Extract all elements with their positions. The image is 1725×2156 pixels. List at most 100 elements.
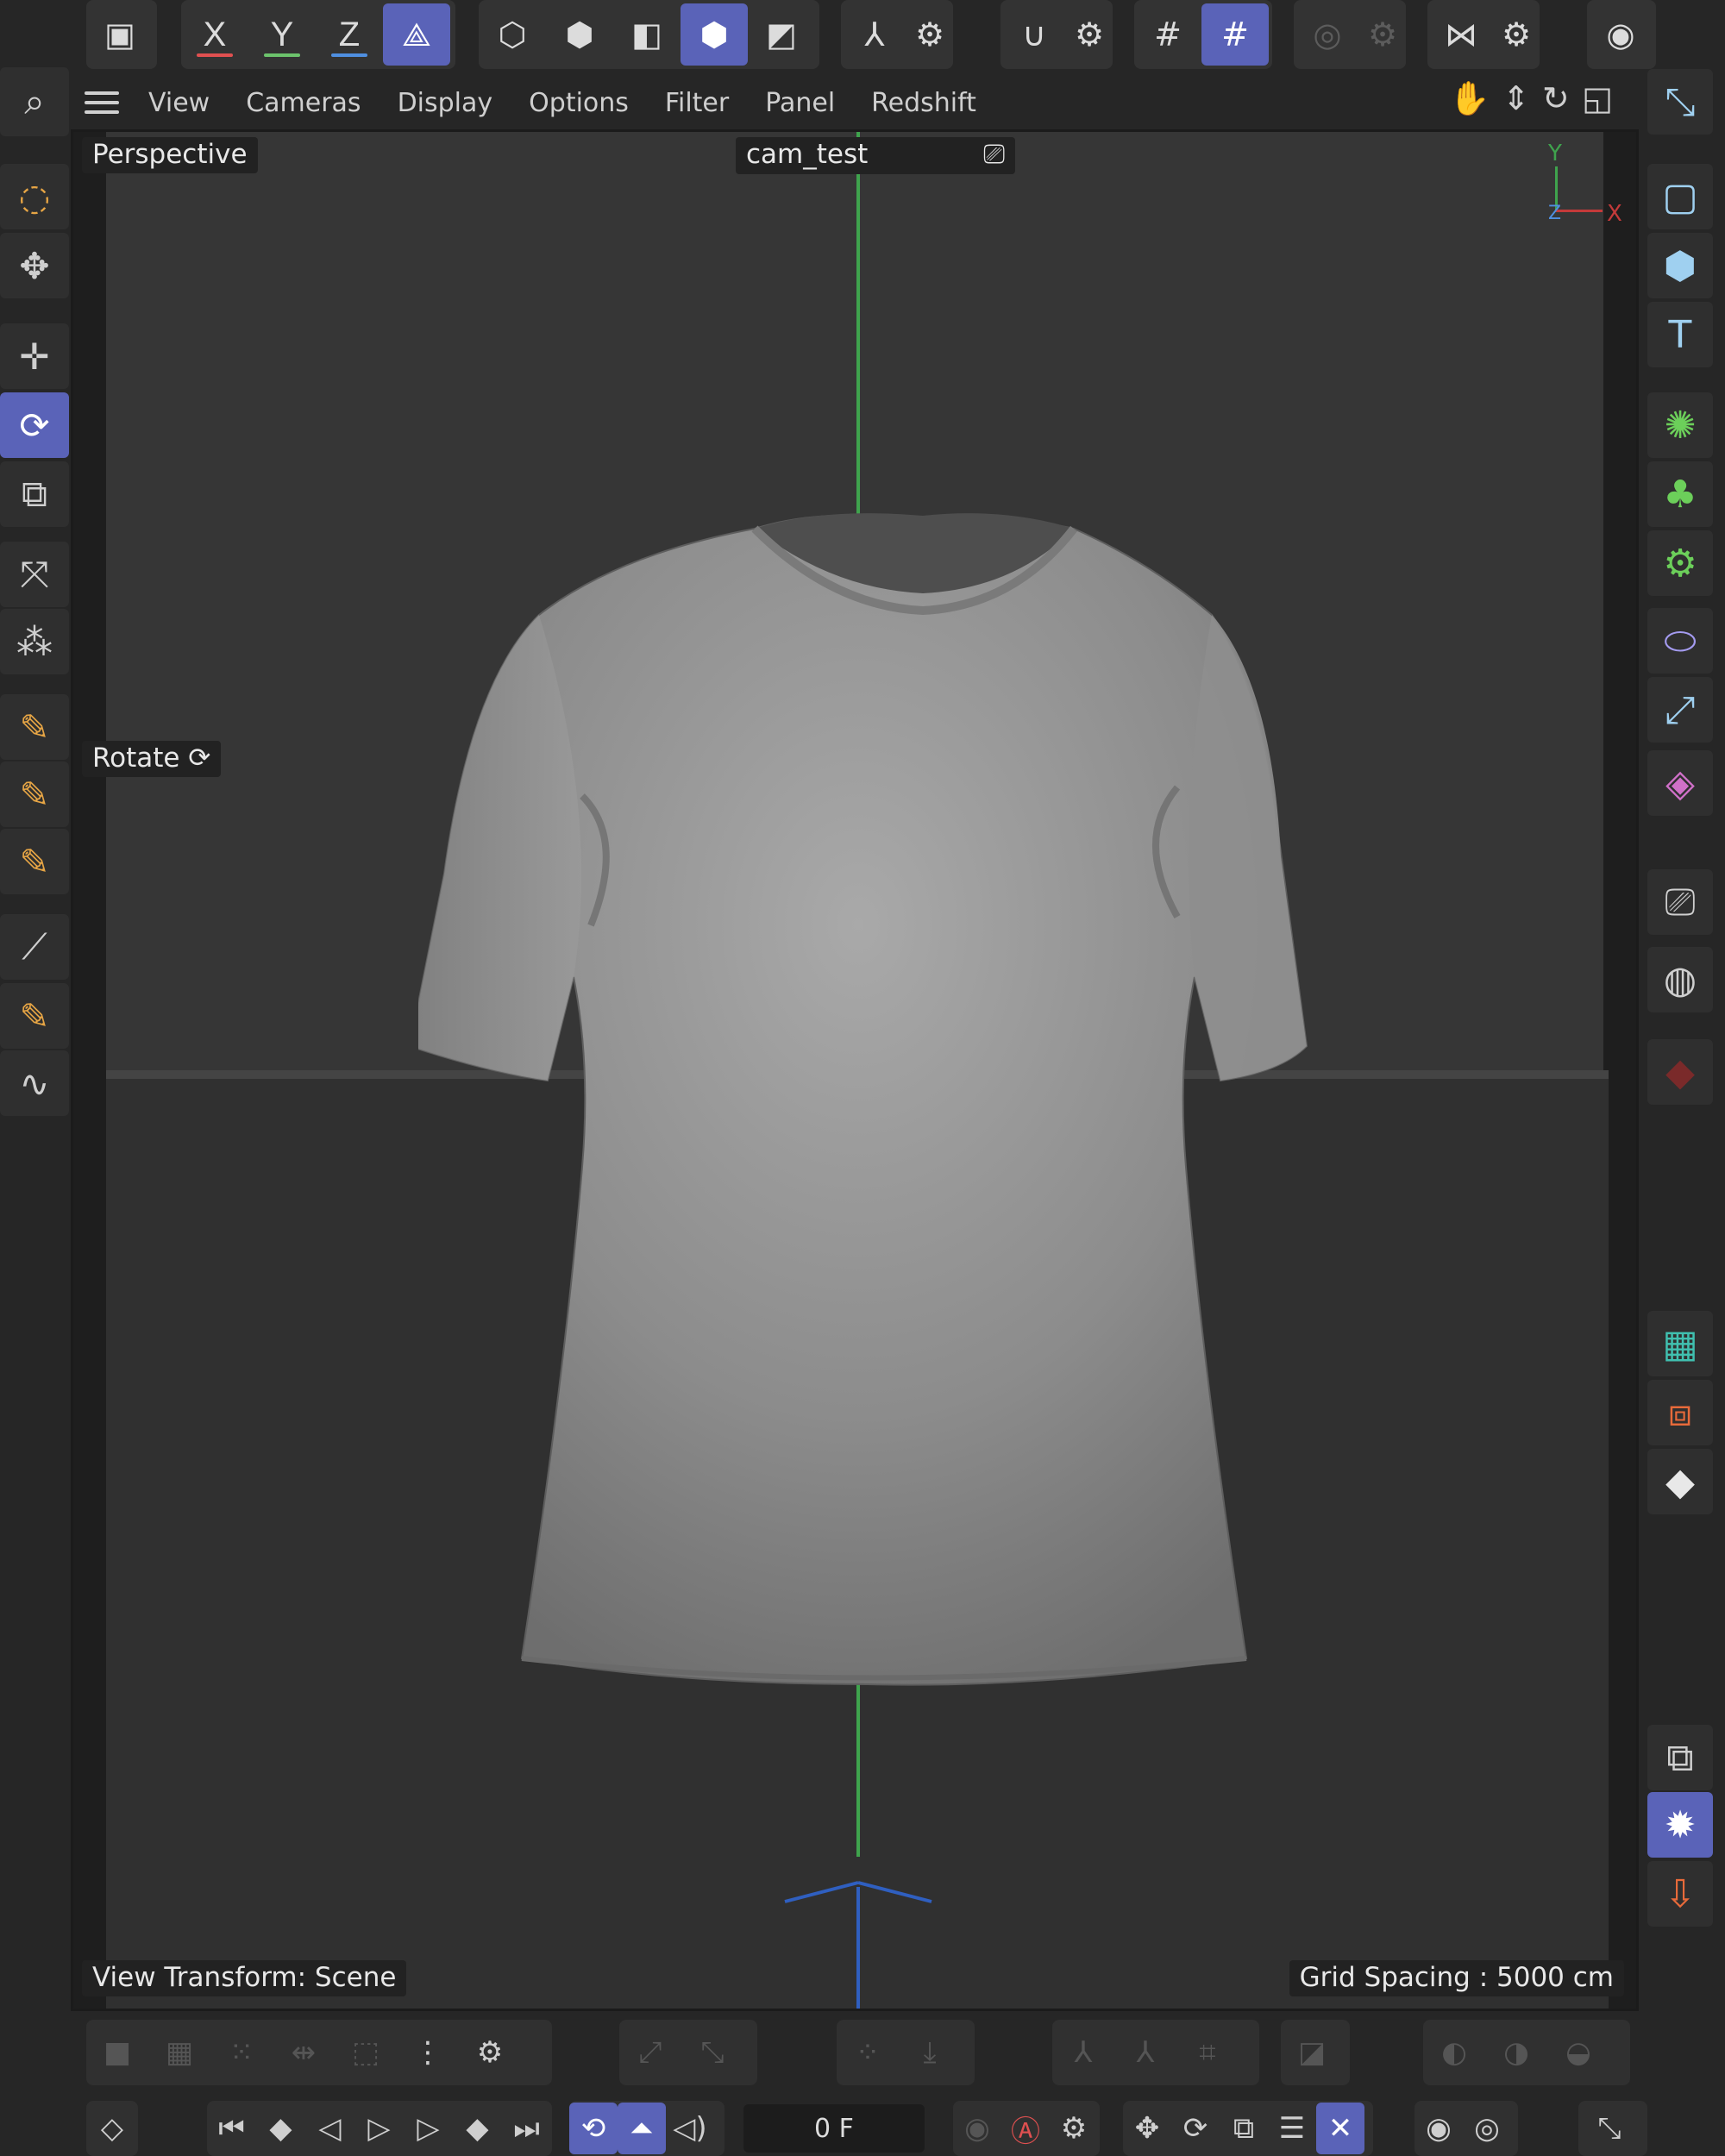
floor-icon[interactable]: ◆ <box>1647 1449 1713 1514</box>
record-icon[interactable]: ◉ <box>953 2101 1001 2156</box>
active-camera-label[interactable]: cam_test ⎚ <box>736 137 1015 174</box>
field-icon[interactable]: ⬭ <box>1647 608 1713 674</box>
symmetry-gear-icon[interactable]: ⚙ <box>1495 3 1538 66</box>
scene-nodes-icon[interactable]: ⧈ <box>1647 1380 1713 1445</box>
motion-path-icon[interactable]: ⤢ <box>619 2022 681 2083</box>
material-icon-2[interactable]: ◑ <box>1485 2022 1547 2083</box>
cube-outline-icon[interactable]: ▢ <box>1647 164 1713 229</box>
generator-icon[interactable]: ✺ <box>1647 392 1713 458</box>
menu-options[interactable]: Options <box>529 88 629 118</box>
undo-stack-icon[interactable]: ▣ <box>86 3 154 66</box>
material-icon-3[interactable]: ◒ <box>1547 2022 1609 2083</box>
play-icon[interactable]: ▷ <box>354 2101 404 2156</box>
go-to-end-icon[interactable]: ⏭ <box>502 2101 551 2156</box>
viewport-mode-label[interactable]: Perspective <box>82 137 258 173</box>
magnet-settings-gear-icon[interactable]: ⚙ <box>1068 3 1111 66</box>
current-frame-field[interactable]: 0 F <box>743 2104 925 2153</box>
polygons-mode-icon[interactable]: ◧ <box>613 3 681 66</box>
live-selection-icon[interactable]: ◌ <box>0 164 69 229</box>
joint-icon[interactable]: ⅄ <box>1052 2022 1114 2083</box>
sound-icon[interactable]: ◁) <box>666 2103 714 2154</box>
key-range-icon[interactable]: ⇹ <box>273 2022 335 2083</box>
menu-view[interactable]: View <box>148 88 210 118</box>
brush-icon[interactable]: ⟋ <box>0 914 69 980</box>
keyframe-diamond-icon[interactable]: ◇ <box>86 2101 138 2156</box>
bake-icon[interactable]: ⤓ <box>899 2022 961 2083</box>
menu-cameras[interactable]: Cameras <box>246 88 361 118</box>
menu-display[interactable]: Display <box>398 88 493 118</box>
view-settings-icon[interactable]: ◉ <box>1587 3 1654 66</box>
dolly-arrows-icon[interactable]: ⇕ <box>1502 79 1530 128</box>
point-pen-icon[interactable]: ✎ <box>0 761 69 827</box>
key-scale-filter-icon[interactable]: ⧉ <box>1220 2101 1268 2156</box>
axis-z-button[interactable]: Z <box>316 3 383 66</box>
cloner-icon[interactable]: ♣ <box>1647 461 1713 527</box>
key-settings-icon[interactable]: ⚙ <box>1050 2101 1098 2156</box>
pan-hand-icon[interactable]: ✋ <box>1449 79 1490 128</box>
sky-icon[interactable]: ◍ <box>1647 947 1713 1012</box>
previous-key-icon[interactable]: ◆ <box>256 2101 305 2156</box>
select-tool-icon[interactable]: ✥ <box>0 233 69 298</box>
snap-grid-icon[interactable]: # <box>1134 3 1201 66</box>
axis-modify-icon[interactable]: ⅄ <box>841 3 908 66</box>
next-key-icon[interactable]: ◆ <box>453 2101 502 2156</box>
rotate-icon[interactable]: ⟳ <box>0 392 69 458</box>
move-icon[interactable]: ✛ <box>0 323 69 389</box>
deformer-icon[interactable]: ⚙ <box>1647 530 1713 596</box>
asset-icon[interactable]: ▦ <box>1647 1311 1713 1376</box>
maximize-viewport-icon[interactable]: ◱ <box>1582 79 1613 128</box>
menu-panel[interactable]: Panel <box>765 88 835 118</box>
soft-selection-icon[interactable]: ◎ <box>1294 3 1361 66</box>
coordinate-icon[interactable]: ⤡ <box>1647 69 1713 135</box>
render-export-icon[interactable]: ⇩ <box>1647 1861 1713 1927</box>
menu-filter[interactable]: Filter <box>665 88 729 118</box>
tshirt-model[interactable] <box>418 511 1367 1822</box>
multi-move-icon[interactable]: ⁂ <box>0 609 69 674</box>
key-selection-icon[interactable]: ▦ <box>148 2022 210 2083</box>
key-points-icon[interactable]: ⁙ <box>210 2022 273 2083</box>
key-position-icon[interactable]: ✥ <box>1123 2101 1171 2156</box>
spline-icon[interactable]: ⤢ <box>1647 677 1713 743</box>
ik-icon[interactable]: ⅄ <box>1114 2022 1176 2083</box>
soft-selection-gear-icon[interactable]: ⚙ <box>1361 3 1404 66</box>
coordinate-system-icon[interactable]: ⟁ <box>383 3 450 66</box>
go-to-start-icon[interactable]: ⏮ <box>207 2101 256 2156</box>
uv-mode-icon[interactable]: ◩ <box>748 3 815 66</box>
redshift-icon[interactable]: ◆ <box>1647 1039 1713 1105</box>
motion-clip-icon[interactable]: ◎ <box>1463 2101 1511 2156</box>
timeline-window-icon[interactable]: ◪ <box>1281 2022 1343 2083</box>
camera-icon-right[interactable]: ⎚ <box>1647 869 1713 935</box>
scale-icon[interactable]: ⧉ <box>0 461 69 527</box>
next-frame-icon[interactable]: ▷ <box>404 2101 453 2156</box>
hamburger-icon[interactable] <box>85 85 119 120</box>
axis-settings-gear-icon[interactable]: ⚙ <box>908 3 951 66</box>
viewport[interactable]: Perspective cam_test ⎚ Rotate ⟳ View Tra… <box>71 129 1639 2011</box>
loop-icon[interactable]: ⟲ <box>569 2103 618 2154</box>
axis-x-button[interactable]: X <box>181 3 248 66</box>
autokey-icon[interactable]: Ⓐ <box>1001 2101 1050 2156</box>
axis-y-button[interactable]: Y <box>248 3 316 66</box>
sketch-icon[interactable]: ✎ <box>0 983 69 1049</box>
key-rotation-icon[interactable]: ⟳ <box>1171 2101 1220 2156</box>
points-mode-icon[interactable]: ⬡ <box>479 3 546 66</box>
xpresso-icon[interactable]: ⌗ <box>1176 2022 1239 2083</box>
picture-viewer-icon[interactable]: ⧉ <box>1647 1725 1713 1790</box>
zoom-icon[interactable]: ⌕ <box>0 67 69 136</box>
layout-switch-icon[interactable]: ⤡ <box>1578 2101 1640 2156</box>
animation-gear-icon[interactable]: ⚙ <box>459 2022 521 2083</box>
split-key-icon[interactable]: ⋮ <box>397 2022 459 2083</box>
record-keys-icon[interactable]: ■ <box>86 2022 148 2083</box>
text-icon[interactable]: T <box>1647 302 1713 367</box>
model-mode-icon[interactable]: ⬢ <box>681 3 748 66</box>
spline-draw-icon[interactable]: ∿ <box>0 1050 69 1116</box>
pen-icon[interactable]: ✎ <box>0 694 69 760</box>
render-settings-icon[interactable]: ✹ <box>1647 1792 1713 1858</box>
snap-lock-icon[interactable]: # <box>1201 3 1269 66</box>
axis-move-icon[interactable]: ⤧ <box>0 542 69 607</box>
mograph-icon[interactable]: ◈ <box>1647 750 1713 816</box>
orbit-icon[interactable]: ↻ <box>1542 79 1570 128</box>
magnet-icon[interactable]: ∪ <box>1000 3 1068 66</box>
pose-icon[interactable]: ⁘ <box>837 2022 899 2083</box>
playback-rate-icon[interactable]: ⏶ <box>618 2103 666 2154</box>
menu-redshift[interactable]: Redshift <box>871 88 976 118</box>
